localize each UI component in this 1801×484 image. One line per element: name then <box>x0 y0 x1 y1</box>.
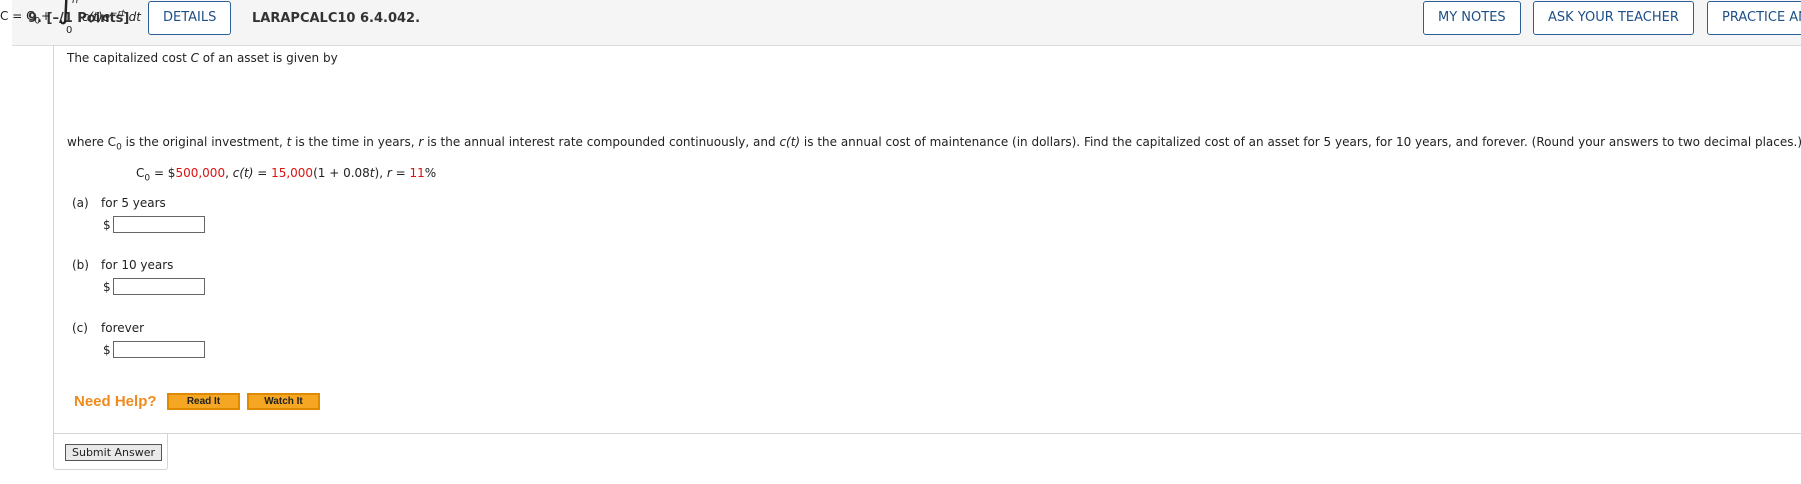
answer-b-input[interactable] <box>113 278 205 295</box>
footer-divider <box>53 433 1801 434</box>
part-c-label: forever <box>101 321 145 335</box>
need-help-label: Need Help? <box>74 393 157 410</box>
my-notes-button[interactable]: MY NOTES <box>1423 1 1521 35</box>
part-a-currency: $ <box>103 218 111 232</box>
part-b-label: for 10 years <box>101 258 174 272</box>
answer-c-input[interactable] <box>113 341 205 358</box>
problem-intro: The capitalized cost C of an asset is gi… <box>67 51 338 65</box>
part-c-currency: $ <box>103 343 111 357</box>
watch-it-button[interactable]: Watch It <box>247 393 320 410</box>
part-c-letter: (c) <box>72 321 88 335</box>
course-code: LARAPCALC10 6.4.042. <box>252 11 421 26</box>
read-it-button[interactable]: Read It <box>167 393 240 410</box>
practice-another-button[interactable]: PRACTICE AN <box>1707 1 1801 35</box>
part-b-letter: (b) <box>72 258 89 272</box>
submit-answer-button[interactable]: Submit Answer <box>65 444 163 461</box>
part-b-currency: $ <box>103 280 111 294</box>
part-a-letter: (a) <box>72 196 89 210</box>
details-button[interactable]: DETAILS <box>148 1 232 35</box>
ask-teacher-button[interactable]: ASK YOUR TEACHER <box>1533 1 1694 35</box>
answer-a-input[interactable] <box>113 216 205 233</box>
problem-description: where C0 is the original investment, t i… <box>67 135 1801 153</box>
question-header: 9. [–/1 Points] DETAILS LARAPCALC10 6.4.… <box>12 0 1801 46</box>
part-a-label: for 5 years <box>101 196 166 210</box>
question-panel <box>53 45 1801 434</box>
given-values: C0 = $500,000, c(t) = 15,000(1 + 0.08t),… <box>136 166 437 184</box>
